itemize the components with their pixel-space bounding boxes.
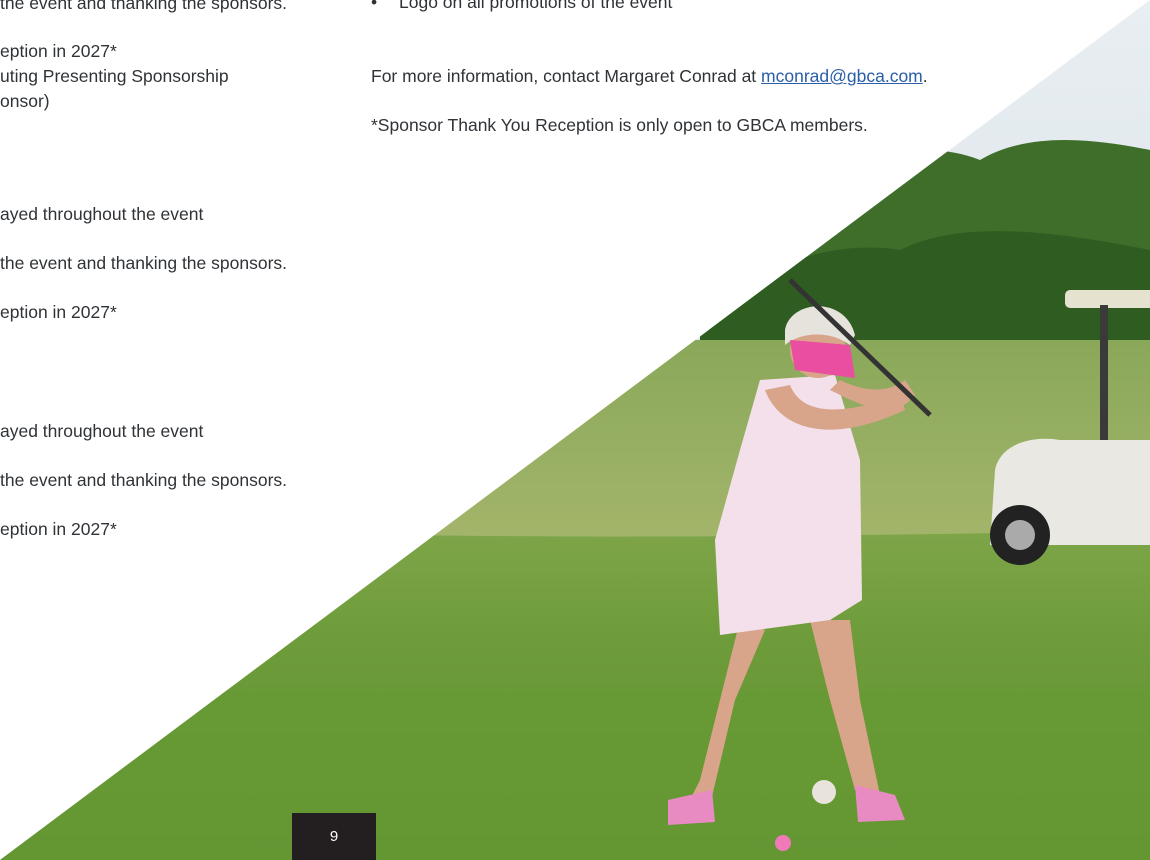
left-line-3: uting Presenting Sponsorship: [0, 66, 229, 86]
left-line-10: eption in 2027*: [0, 519, 117, 539]
page-number: 9: [329, 828, 339, 845]
contact-prefix: For more information, contact Margaret C…: [371, 66, 762, 86]
page-number-box: 9: [292, 813, 376, 860]
bullet-dot-icon: •: [371, 0, 378, 12]
left-line-8: ayed throughout the event: [0, 421, 204, 441]
left-line-1: the event and thanking the sponsors.: [0, 0, 288, 13]
left-line-5: ayed throughout the event: [0, 204, 204, 224]
bullet-text: Logo on all promotions of the event: [399, 0, 673, 12]
left-line-6: the event and thanking the sponsors.: [0, 253, 288, 273]
left-line-4: onsor): [0, 91, 50, 111]
footnote: *Sponsor Thank You Reception is only ope…: [371, 115, 868, 135]
left-line-9: the event and thanking the sponsors.: [0, 470, 288, 490]
left-line-7: eption in 2027*: [0, 302, 117, 322]
contact-paragraph: For more information, contact Margaret C…: [371, 65, 928, 87]
contact-suffix: .: [922, 66, 928, 86]
promo-bullet: • Logo on all promotions of the event: [371, 0, 672, 13]
contact-email-link[interactable]: mconrad@gbca.com: [761, 66, 923, 86]
left-line-2: eption in 2027*: [0, 41, 117, 61]
